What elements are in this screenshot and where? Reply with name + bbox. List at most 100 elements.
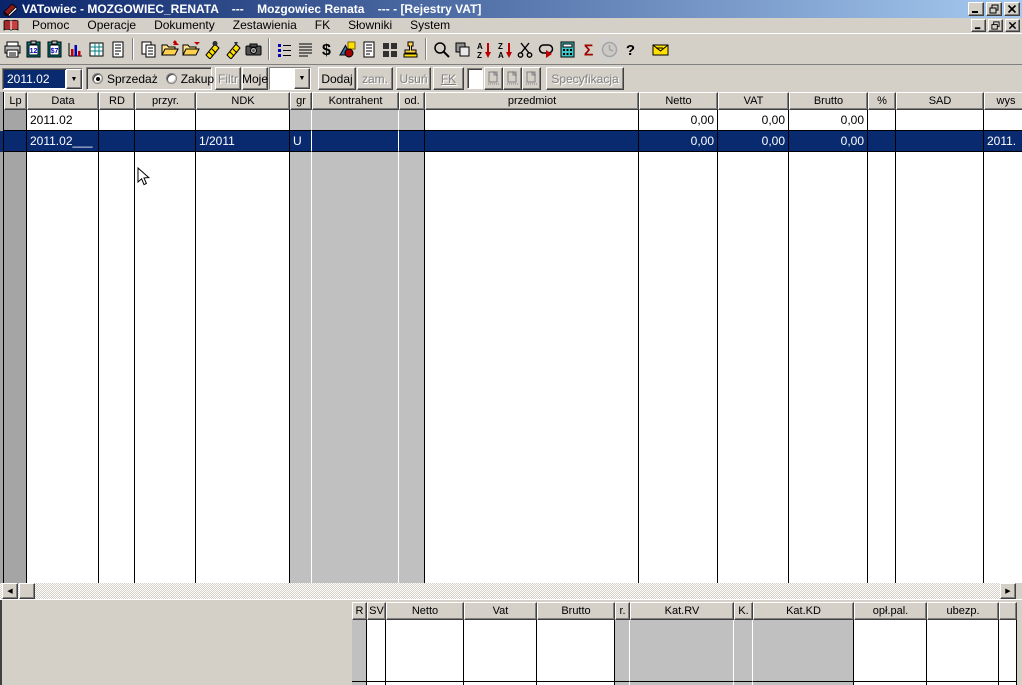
close-button[interactable] <box>1004 2 1020 16</box>
usun-button[interactable]: Usuń <box>396 67 431 90</box>
column-header-przedmiot[interactable]: przedmiot <box>425 92 639 110</box>
detail-column-header-r[interactable]: r. <box>615 602 630 620</box>
menu-item-pomoc[interactable]: Pomoc <box>23 18 78 33</box>
flag-edit-field[interactable] <box>467 68 483 89</box>
horizontal-scrollbar[interactable]: ◀ ▶ <box>0 583 1016 599</box>
column-header-netto[interactable]: Netto <box>639 92 718 110</box>
radio-zakup[interactable]: Zakup <box>166 72 214 86</box>
radio-sprzedaz[interactable]: Sprzedaż <box>92 72 158 86</box>
zam-button[interactable]: zam. <box>357 67 393 90</box>
register-row-selected[interactable]: 2011.02___1/2011U0,000,000,002011. <box>0 131 1022 152</box>
group-dropdown-button[interactable]: ▼ <box>294 68 310 89</box>
document-button[interactable] <box>107 37 128 62</box>
menu-item-operacje[interactable]: Operacje <box>78 18 145 33</box>
scroll-thumb[interactable] <box>19 583 35 599</box>
text-lines-button[interactable] <box>295 37 316 62</box>
layers-button[interactable] <box>452 37 473 62</box>
column-header-vat[interactable]: VAT <box>718 92 789 110</box>
minimize-button[interactable] <box>968 2 984 16</box>
dodaj-button[interactable]: Dodaj <box>318 67 356 90</box>
column-header-lp[interactable]: Lp <box>4 92 27 110</box>
clean-alt-button[interactable] <box>222 37 243 62</box>
sum-button[interactable]: Σ <box>578 37 599 62</box>
camera-button[interactable] <box>243 37 264 62</box>
detail-column-header-r[interactable]: R <box>352 602 367 620</box>
folder-export-button[interactable] <box>180 37 201 62</box>
detail-column-header-netto[interactable]: Netto <box>386 602 464 620</box>
scroll-left-button[interactable]: ◀ <box>2 583 18 599</box>
detail-column-header-blank[interactable] <box>999 602 1017 620</box>
period-dropdown-button[interactable]: ▼ <box>66 69 82 89</box>
empty-column <box>425 152 639 583</box>
register-cell: 2011.02 <box>27 110 99 131</box>
spreadsheet-button[interactable] <box>86 37 107 62</box>
stamp-button[interactable] <box>400 37 421 62</box>
report-button-2[interactable] <box>503 67 522 90</box>
column-header-kontrahent[interactable]: Kontrahent <box>312 92 399 110</box>
search-button[interactable] <box>431 37 452 62</box>
detail-column-header-katrv[interactable]: Kat.RV <box>630 602 734 620</box>
detail-column-header-katkd[interactable]: Kat.KD <box>753 602 854 620</box>
column-header-gr[interactable]: gr <box>290 92 312 110</box>
column-header-brutto[interactable]: Brutto <box>789 92 868 110</box>
specyfikacja-button[interactable]: Specyfikacja <box>546 67 624 90</box>
list-button[interactable] <box>274 37 295 62</box>
dollar-button[interactable]: $ <box>316 37 337 62</box>
clock-button[interactable] <box>599 37 620 62</box>
menu-item-fk[interactable]: FK <box>306 18 339 33</box>
period-combobox[interactable]: 2011.02 ▼ <box>2 68 83 90</box>
detail-column-header-oplpal[interactable]: opł.pal. <box>854 602 927 620</box>
menu-item-slowniki[interactable]: Słowniki <box>339 18 401 33</box>
moje-button[interactable]: Moje <box>242 67 268 90</box>
shapes-button[interactable] <box>337 37 358 62</box>
group-combobox[interactable]: ▼ <box>269 67 311 90</box>
restore-button[interactable] <box>986 2 1002 16</box>
mail-button[interactable] <box>650 37 671 62</box>
detail-column-header-brutto[interactable]: Brutto <box>537 602 615 620</box>
loop-button[interactable] <box>536 37 557 62</box>
report-button-3[interactable] <box>522 67 541 90</box>
cut-button[interactable] <box>515 37 536 62</box>
column-header-rd[interactable]: RD <box>99 92 135 110</box>
detail-column-header-sv[interactable]: SV <box>367 602 386 620</box>
column-header-sad[interactable]: SAD <box>896 92 984 110</box>
copy-button[interactable] <box>138 37 159 62</box>
detail-column-header-vat[interactable]: Vat <box>464 602 537 620</box>
help-button[interactable]: ? <box>620 37 641 62</box>
money-report-button[interactable]: $7 <box>44 37 65 62</box>
menu-item-zestawienia[interactable]: Zestawienia <box>224 18 306 33</box>
filtr-button[interactable]: Filtr <box>215 67 241 90</box>
column-header-wys[interactable]: wys <box>984 92 1022 110</box>
mdi-restore-button[interactable] <box>988 19 1003 32</box>
detail-column-header-ubezp[interactable]: ubezp. <box>927 602 999 620</box>
register-row[interactable]: 2011.020,000,000,00 <box>0 110 1022 131</box>
calculator-button[interactable] <box>557 37 578 62</box>
scroll-right-button[interactable]: ▶ <box>1000 583 1016 599</box>
document-alt-button[interactable] <box>358 37 379 62</box>
menu-bar: PomocOperacjeDokumentyZestawieniaFKSłown… <box>0 18 1022 33</box>
detail-column-header-k[interactable]: K. <box>734 602 753 620</box>
mdi-minimize-button[interactable] <box>971 19 986 32</box>
fk-button[interactable]: FK <box>433 67 464 90</box>
column-header-%[interactable]: % <box>868 92 896 110</box>
sort-za-button[interactable]: ZA <box>494 37 515 62</box>
report-button-1[interactable] <box>484 67 503 90</box>
column-header-od[interactable]: od. <box>399 92 425 110</box>
mouse-cursor <box>137 167 150 190</box>
column-header-przyr[interactable]: przyr. <box>135 92 196 110</box>
print-button[interactable] <box>2 37 23 62</box>
column-header-data[interactable]: Data <box>27 92 99 110</box>
menu-item-system[interactable]: System <box>401 18 459 33</box>
folder-import-button[interactable] <box>159 37 180 62</box>
menu-item-dokumenty[interactable]: Dokumenty <box>145 18 224 33</box>
shapes-icon <box>338 40 357 59</box>
calendar-report-button[interactable]: 12 <box>23 37 44 62</box>
detail-empty-cell <box>999 620 1017 682</box>
bar-chart-button[interactable] <box>65 37 86 62</box>
grid-button[interactable] <box>379 37 400 62</box>
clean-button[interactable] <box>201 37 222 62</box>
column-header-ndk[interactable]: NDK <box>196 92 290 110</box>
help-icon: ? <box>621 40 640 59</box>
mdi-close-button[interactable] <box>1005 19 1020 32</box>
sort-az-button[interactable]: AZ <box>473 37 494 62</box>
